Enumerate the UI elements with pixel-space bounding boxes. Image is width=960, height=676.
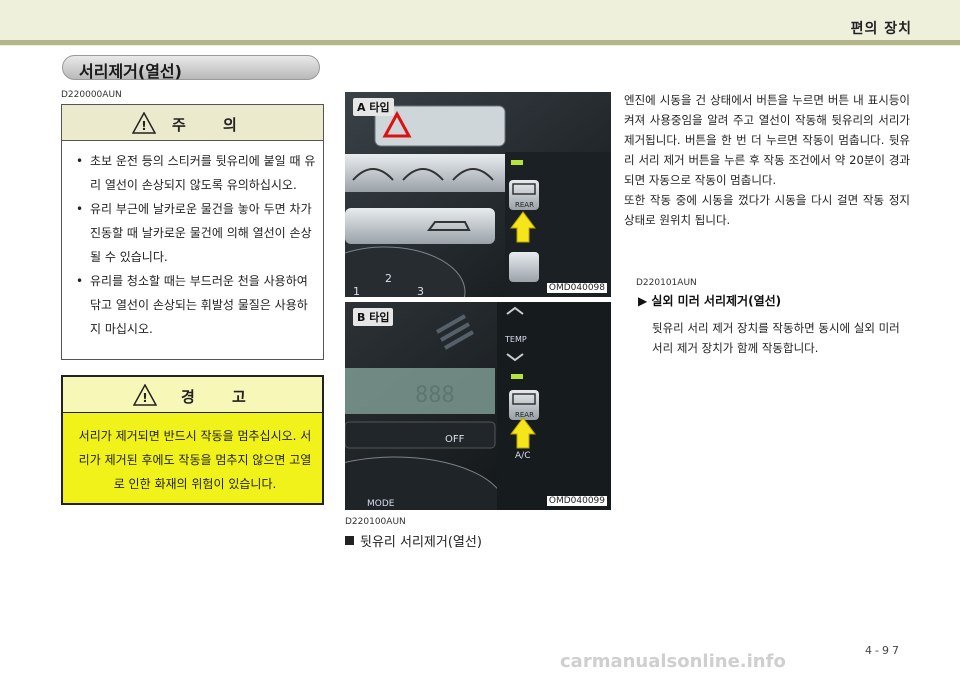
caution-box: ! 주 의 초보 운전 등의 스티커를 뒷유리에 붙일 때 유리 열선이 손상되… — [61, 104, 324, 360]
temp-label: TEMP — [504, 335, 527, 344]
rear-label: REAR — [515, 201, 534, 209]
figure-caption-text: 뒷유리 서리제거(열선) — [360, 535, 482, 550]
warning-triangle-icon: ! — [132, 112, 156, 134]
ac-label: A/C — [515, 451, 530, 461]
sub-section-text: 뒷유리 서리 제거 장치를 작동하면 동시에 실외 미러 서리 제거 장치가 함… — [652, 321, 900, 355]
figure-type-label: B 타입 — [353, 308, 394, 326]
warning-triangle-icon: ! — [133, 384, 157, 406]
caption-code: D220100AUN — [345, 517, 406, 527]
section-title-pill: 서리제거(열선) — [62, 55, 320, 81]
dial-number-3: 3 — [417, 285, 424, 297]
svg-text:!: ! — [142, 391, 147, 405]
control-panel-photo-a: 1 2 3 REAR A 타입 OMD040098 — [345, 92, 611, 297]
control-panel-a-illustration: 1 2 3 REAR — [345, 92, 611, 297]
warning-text: 서리가 제거되면 반드시 작동을 멈추십시오. 서리가 제거된 후에도 작동을 … — [78, 429, 312, 491]
figure-caption: 뒷유리 서리제거(열선) — [345, 531, 482, 550]
caution-heading: 주 의 — [172, 116, 253, 134]
square-bullet-icon — [345, 536, 354, 545]
top-banner-stripe — [0, 40, 960, 45]
body-paragraph: 또한 작동 중에 시동을 껐다가 시동을 다시 걸면 작동 정지 상태로 원위치… — [624, 193, 910, 227]
watermark: carmanualsonline.info — [560, 651, 786, 672]
caution-header: ! 주 의 — [62, 105, 323, 141]
warning-box: ! 경 고 서리가 제거되면 반드시 작동을 멈추십시오. 서리가 제거된 후에… — [61, 375, 324, 505]
sub-section-heading: ▶ 실외 미러 서리제거(열선) — [638, 294, 782, 308]
seat-heater-button — [509, 252, 539, 282]
chapter-title: 편의 장치 — [850, 21, 912, 37]
control-panel-photo-b: 888 OFF MODE TEMP REAR A/C B 타입 OMD04009… — [345, 302, 611, 510]
figure-code: OMD040099 — [546, 496, 607, 506]
mode-label: MODE — [367, 499, 395, 509]
figure-type-label: A 타입 — [353, 98, 394, 116]
dial-number-1: 1 — [353, 285, 360, 297]
caution-list: 초보 운전 등의 스티커를 뒷유리에 붙일 때 유리 열선이 손상되지 않도록 … — [72, 149, 318, 341]
section-title: 서리제거(열선) — [79, 62, 182, 81]
sub-section-code: D220101AUN — [636, 278, 697, 288]
body-text: 엔진에 시동을 건 상태에서 버튼을 누르면 버튼 내 표시등이 켜져 사용중임… — [624, 90, 910, 230]
caution-item: 유리를 청소할 때는 부드러운 천을 사용하여 닦고 열선이 손상되는 휘발성 … — [72, 269, 318, 341]
svg-text:888: 888 — [415, 383, 455, 408]
page-number: 4-97 — [865, 644, 902, 657]
dial-number-2: 2 — [385, 272, 392, 285]
caution-item: 초보 운전 등의 스티커를 뒷유리에 붙일 때 유리 열선이 손상되지 않도록 … — [72, 149, 318, 197]
caution-item: 유리 부근에 날카로운 물건을 놓아 두면 차가 진동할 때 날카로운 물건에 … — [72, 197, 318, 269]
caution-code: D220000AUN — [61, 90, 122, 100]
figure-code: OMD040098 — [546, 283, 607, 293]
warning-header: ! 경 고 — [63, 377, 322, 413]
rear-label: REAR — [515, 411, 534, 419]
body-paragraph: 엔진에 시동을 건 상태에서 버튼을 누르면 버튼 내 표시등이 켜져 사용중임… — [624, 93, 910, 187]
warning-heading: 경 고 — [181, 388, 262, 406]
off-label: OFF — [445, 434, 465, 445]
svg-text:!: ! — [141, 119, 146, 133]
control-panel-b-illustration: 888 OFF MODE TEMP REAR A/C — [345, 302, 611, 510]
